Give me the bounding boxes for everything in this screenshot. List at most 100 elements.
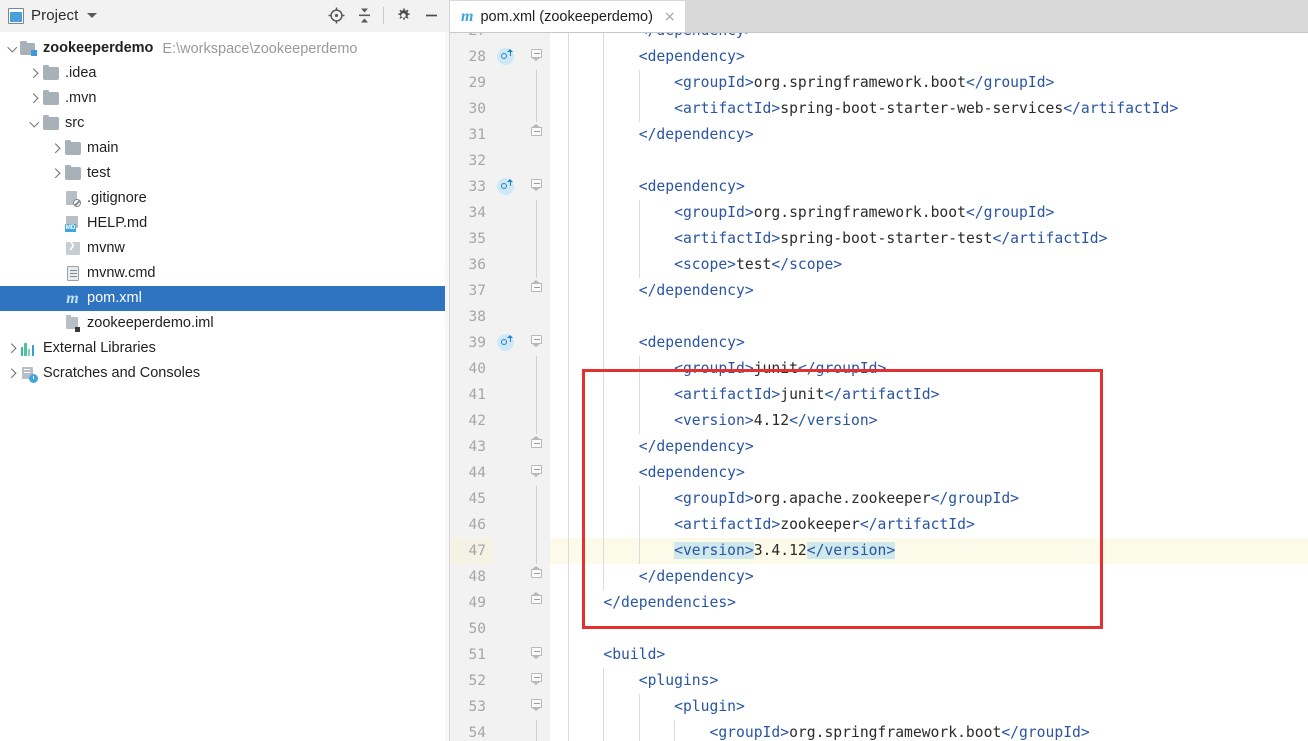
fold-gutter[interactable] (522, 304, 550, 330)
tree-item-mvnw[interactable]: mvnw (0, 236, 450, 261)
code-text[interactable]: <dependency> (550, 174, 1308, 200)
code-line[interactable]: 43 </dependency> (450, 434, 1308, 460)
fold-gutter[interactable] (522, 668, 550, 694)
code-line[interactable]: 46 <artifactId>zookeeper</artifactId> (450, 512, 1308, 538)
fold-collapse-icon[interactable] (531, 49, 542, 61)
code-line[interactable]: 41 <artifactId>junit</artifactId> (450, 382, 1308, 408)
code-text[interactable]: <artifactId>junit</artifactId> (550, 382, 1308, 408)
chevron-right-icon[interactable] (48, 166, 64, 182)
fold-gutter[interactable] (522, 200, 550, 226)
code-line[interactable]: 38 (450, 304, 1308, 330)
fold-gutter[interactable] (522, 538, 550, 564)
fold-gutter[interactable] (522, 148, 550, 174)
maven-download-icon[interactable] (497, 48, 514, 65)
code-line[interactable]: 33 <dependency> (450, 174, 1308, 200)
project-tree[interactable]: zookeeperdemo E:\workspace\zookeeperdemo… (0, 32, 450, 386)
chevron-down-icon[interactable] (4, 41, 20, 57)
gutter-icon-slot[interactable] (494, 668, 522, 694)
fold-gutter[interactable] (522, 512, 550, 538)
code-text[interactable]: <groupId>org.springframework.boot</group… (550, 200, 1308, 226)
fold-gutter[interactable] (522, 122, 550, 148)
fold-gutter[interactable] (522, 590, 550, 616)
gutter-icon-slot[interactable] (494, 590, 522, 616)
gutter-icon-slot[interactable] (494, 694, 522, 720)
chevron-down-icon[interactable] (26, 116, 42, 132)
code-text[interactable]: </dependency> (550, 278, 1308, 304)
tree-item-pom-xml[interactable]: m pom.xml (0, 286, 450, 311)
code-text[interactable]: </dependency> (550, 434, 1308, 460)
tree-item-mvn[interactable]: .mvn (0, 86, 450, 111)
chevron-right-icon[interactable] (4, 366, 20, 382)
gutter-icon-slot[interactable] (494, 382, 522, 408)
tree-item-zookeeperdemo[interactable]: zookeeperdemo E:\workspace\zookeeperdemo (0, 36, 450, 61)
project-panel-title-group[interactable]: Project (8, 7, 323, 24)
code-line[interactable]: 39 <dependency> (450, 330, 1308, 356)
code-text[interactable]: <groupId>junit</groupId> (550, 356, 1308, 382)
gutter-icon-slot[interactable] (494, 434, 522, 460)
gutter-icon-slot[interactable] (494, 408, 522, 434)
maven-download-icon[interactable] (497, 178, 514, 195)
gutter-icon-slot[interactable] (494, 564, 522, 590)
fold-gutter[interactable] (522, 44, 550, 70)
code-text[interactable]: </dependency> (550, 32, 1308, 44)
collapse-all-button[interactable] (351, 3, 377, 29)
fold-end-icon[interactable] (531, 435, 542, 451)
locate-in-tree-button[interactable] (323, 3, 349, 29)
code-line[interactable]: 48 </dependency> (450, 564, 1308, 590)
fold-gutter[interactable] (522, 642, 550, 668)
gutter-icon-slot[interactable] (494, 226, 522, 252)
fold-gutter[interactable] (522, 564, 550, 590)
code-text[interactable]: <dependency> (550, 330, 1308, 356)
fold-gutter[interactable] (522, 32, 550, 44)
fold-gutter[interactable] (522, 174, 550, 200)
fold-gutter[interactable] (522, 434, 550, 460)
code-line[interactable]: 49 </dependencies> (450, 590, 1308, 616)
tree-item-idea[interactable]: .idea (0, 61, 450, 86)
gutter-icon-slot[interactable] (494, 538, 522, 564)
gutter-icon-slot[interactable] (494, 96, 522, 122)
hide-panel-button[interactable] (418, 3, 444, 29)
code-text[interactable] (550, 616, 1308, 642)
gutter-icon-slot[interactable] (494, 720, 522, 741)
code-line[interactable]: 53 <plugin> (450, 694, 1308, 720)
code-line[interactable]: 50 (450, 616, 1308, 642)
gutter-icon-slot[interactable] (494, 252, 522, 278)
maven-download-icon[interactable] (497, 334, 514, 351)
code-line[interactable]: 32 (450, 148, 1308, 174)
fold-collapse-icon[interactable] (531, 465, 542, 477)
gutter-icon-slot[interactable] (494, 486, 522, 512)
code-text[interactable]: <dependency> (550, 44, 1308, 70)
gutter-icon-slot[interactable] (494, 70, 522, 96)
gutter-icon-slot[interactable] (494, 200, 522, 226)
code-text[interactable]: <build> (550, 642, 1308, 668)
chevron-right-icon[interactable] (26, 66, 42, 82)
gutter-icon-slot[interactable] (494, 174, 522, 200)
code-text[interactable]: <artifactId>zookeeper</artifactId> (550, 512, 1308, 538)
fold-gutter[interactable] (522, 252, 550, 278)
fold-gutter[interactable] (522, 460, 550, 486)
fold-gutter[interactable] (522, 694, 550, 720)
gutter-icon-slot[interactable] (494, 330, 522, 356)
editor-tab-pom-xml[interactable]: m pom.xml (zookeeperdemo) × (450, 1, 685, 32)
tree-item-src[interactable]: src (0, 111, 450, 136)
chevron-down-icon[interactable] (87, 13, 98, 18)
fold-gutter[interactable] (522, 720, 550, 741)
fold-gutter[interactable] (522, 616, 550, 642)
tree-item-mvnw-cmd[interactable]: mvnw.cmd (0, 261, 450, 286)
code-line[interactable]: 42 <version>4.12</version> (450, 408, 1308, 434)
code-line[interactable]: 40 <groupId>junit</groupId> (450, 356, 1308, 382)
tree-item-external-libraries[interactable]: External Libraries (0, 336, 450, 361)
fold-gutter[interactable] (522, 382, 550, 408)
fold-collapse-icon[interactable] (531, 647, 542, 659)
gutter-icon-slot[interactable] (494, 304, 522, 330)
fold-gutter[interactable] (522, 70, 550, 96)
tree-item-gitignore[interactable]: .gitignore (0, 186, 450, 211)
code-text[interactable]: <artifactId>spring-boot-starter-test</ar… (550, 226, 1308, 252)
code-text[interactable] (550, 148, 1308, 174)
close-icon[interactable]: × (664, 10, 676, 24)
code-line[interactable]: 37 </dependency> (450, 278, 1308, 304)
fold-end-icon[interactable] (531, 123, 542, 139)
code-line[interactable]: 51 <build> (450, 642, 1308, 668)
code-line[interactable]: 29 <groupId>org.springframework.boot</gr… (450, 70, 1308, 96)
fold-gutter[interactable] (522, 226, 550, 252)
